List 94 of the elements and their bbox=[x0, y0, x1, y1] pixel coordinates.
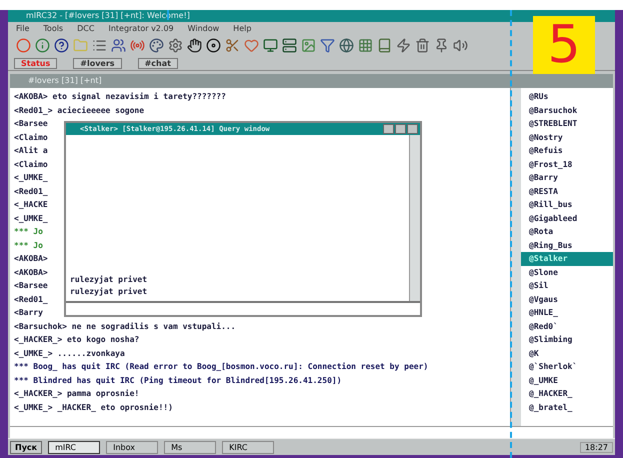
nick-list-item[interactable]: @HNLE_ bbox=[521, 306, 613, 320]
record-icon[interactable] bbox=[16, 38, 31, 52]
nick-list-item[interactable]: @Vgaus bbox=[521, 292, 613, 306]
chat-line: <_UMKE_> ......zvonkaya bbox=[14, 348, 125, 360]
nick-list-item[interactable]: @Frost_18 bbox=[521, 158, 613, 171]
chat-line: <_UMKE_ bbox=[14, 212, 48, 225]
nick-list-item[interactable]: @_UMKE bbox=[521, 374, 613, 387]
nick-list-item[interactable]: @Barry bbox=[521, 171, 613, 184]
book-icon[interactable] bbox=[377, 38, 392, 52]
chat-line: *** Blindred has quit IRC (Ping timeout for Blindred[195.26.41.250]) bbox=[14, 374, 342, 387]
grid-icon[interactable] bbox=[358, 38, 373, 52]
nick-list-item[interactable]: @Gigableed bbox=[521, 212, 613, 225]
taskbar-button[interactable]: mIRC bbox=[48, 440, 100, 454]
nick-list-item[interactable]: @Refuis bbox=[521, 144, 613, 158]
disc-icon[interactable] bbox=[206, 38, 221, 52]
chat-line: <_HACKER_> eto kogo nosha? bbox=[14, 334, 140, 346]
speaker-icon[interactable] bbox=[453, 38, 468, 52]
menu-item[interactable]: Help bbox=[233, 24, 252, 32]
nick-list-item[interactable]: @Slimbing bbox=[521, 333, 613, 346]
taskbar-button[interactable]: Ms bbox=[164, 440, 216, 454]
radio-icon[interactable] bbox=[130, 38, 145, 52]
chat-line: <Claimo bbox=[14, 158, 48, 170]
help-icon[interactable] bbox=[54, 38, 69, 52]
nick-list-item[interactable]: @Nostry bbox=[521, 130, 613, 144]
filter-icon[interactable] bbox=[320, 38, 335, 52]
query-line: rulezyjat privet bbox=[70, 286, 148, 298]
hand-icon[interactable] bbox=[187, 38, 202, 52]
chat-line: <Alit a bbox=[14, 145, 48, 157]
server-icon[interactable] bbox=[282, 38, 297, 52]
zap-icon[interactable] bbox=[396, 38, 411, 52]
window-tab[interactable]: #chat bbox=[138, 58, 178, 68]
nick-list-item[interactable]: @Barsuchok bbox=[521, 104, 613, 117]
chat-line: <_HACKE bbox=[14, 199, 48, 211]
chat-line: <AKOBA> bbox=[14, 253, 48, 265]
clock: 18:27 bbox=[580, 442, 613, 452]
nick-list-item[interactable]: @RESTA bbox=[521, 184, 613, 198]
chat-line: <Red01_> aciecieeeee sogone bbox=[14, 104, 144, 117]
chat-line: *** Jo bbox=[14, 240, 43, 252]
chat-line: <Red01_ bbox=[14, 294, 48, 306]
close-button[interactable] bbox=[407, 124, 418, 134]
nick-list-item[interactable]: @_bratel_ bbox=[521, 400, 613, 414]
chat-line: <_HACKER_> pamma oprosnie! bbox=[14, 388, 140, 400]
minimize-button[interactable] bbox=[383, 124, 394, 134]
chat-line: <Barsee bbox=[14, 280, 48, 292]
info-icon[interactable] bbox=[35, 38, 50, 52]
start-button[interactable]: Пуск bbox=[10, 440, 42, 454]
chat-line: <Barsuchok> ne ne sogradilis s vam vstupali... bbox=[14, 320, 236, 333]
palette-icon[interactable] bbox=[149, 38, 164, 52]
taskbar-button[interactable]: Inbox bbox=[106, 440, 158, 454]
monitor-icon[interactable] bbox=[263, 38, 278, 52]
nick-list-item[interactable]: @`Sherlok` bbox=[521, 360, 613, 374]
taskbar-button[interactable]: KIRC bbox=[222, 440, 274, 454]
chat-input-field[interactable] bbox=[10, 426, 613, 438]
chat-line: <Barsee bbox=[14, 118, 48, 130]
chat-line: <Barry bbox=[14, 307, 43, 319]
query-line: rulezyjat privet bbox=[70, 274, 148, 286]
list-icon[interactable] bbox=[92, 38, 107, 52]
heart-icon[interactable] bbox=[244, 38, 259, 52]
nick-list-item[interactable]: @Slone bbox=[521, 266, 613, 279]
nick-list-item[interactable]: @STREBLENT bbox=[521, 117, 613, 130]
menu-item[interactable]: Tools bbox=[43, 24, 64, 32]
page-number-badge: 5 bbox=[533, 16, 595, 74]
scrollbar[interactable] bbox=[409, 135, 420, 301]
chat-line: <_UMKE_> _HACKER_ eto oprosnie!!) bbox=[14, 402, 173, 414]
chat-line: *** Boog_ has quit IRC (Read error to Boog_[bosmon.voco.ru]: Connection reset by peer) bbox=[14, 361, 428, 373]
nick-list-item[interactable]: @_HACKER_ bbox=[521, 387, 613, 400]
chat-line: <AKOBA> eto signal nezavisim i tarety??????? bbox=[14, 91, 226, 103]
nick-list-item[interactable]: @Rill_bus bbox=[521, 198, 613, 212]
globe-icon[interactable] bbox=[339, 38, 354, 52]
chat-line: <AKOBA> bbox=[14, 266, 48, 278]
chat-line: <_UMKE_ bbox=[14, 172, 48, 184]
users-icon[interactable] bbox=[111, 38, 126, 52]
chat-line: <Red01_ bbox=[14, 186, 48, 198]
nick-list-item[interactable]: @Rota bbox=[521, 225, 613, 238]
settings-icon[interactable] bbox=[168, 38, 183, 52]
scrollbar[interactable] bbox=[510, 88, 521, 426]
nick-list-item[interactable]: @K bbox=[521, 346, 613, 360]
chat-line: *** Jo bbox=[14, 226, 43, 238]
nick-list-item[interactable]: @Sil bbox=[521, 279, 613, 292]
nick-list-item[interactable]: @Ring_Bus bbox=[521, 238, 613, 252]
menu-item[interactable]: File bbox=[16, 24, 30, 32]
menu-item[interactable]: DCC bbox=[77, 24, 94, 32]
window-tab[interactable]: #lovers bbox=[73, 58, 122, 68]
pin-icon[interactable] bbox=[434, 38, 449, 52]
menu-item[interactable]: Integrator v2.09 bbox=[108, 24, 174, 32]
chat-line: <Claimo bbox=[14, 132, 48, 144]
channel-window-title: #lovers [31] [+nt] bbox=[10, 74, 613, 88]
maximize-button[interactable] bbox=[395, 124, 406, 134]
trash-icon[interactable] bbox=[415, 38, 430, 52]
menu-item[interactable]: Window bbox=[188, 24, 220, 32]
nick-list-item[interactable]: @RUs bbox=[521, 90, 613, 104]
window-title: mIRC32 - [#lovers [31] [+nt]: Welcome!] bbox=[8, 10, 615, 22]
nick-list-item[interactable]: @Red0` bbox=[521, 320, 613, 333]
nick-list-item[interactable]: @Stalker bbox=[521, 252, 613, 266]
